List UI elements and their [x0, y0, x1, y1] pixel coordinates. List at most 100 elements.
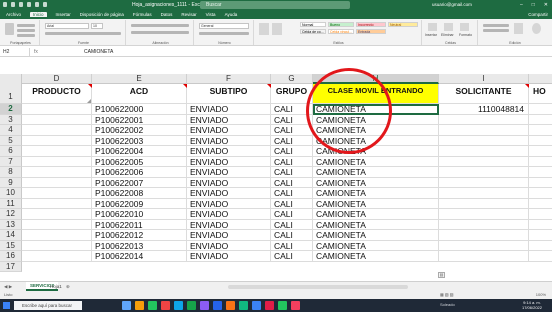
- column-header-d[interactable]: D: [22, 74, 92, 84]
- system-tray[interactable]: Soleado: [440, 302, 455, 307]
- row-number[interactable]: 9: [0, 177, 22, 188]
- row-number[interactable]: 4: [0, 125, 22, 136]
- paste-icon[interactable]: [5, 23, 14, 35]
- cell-solicitante[interactable]: [439, 251, 529, 262]
- cell-subtipo[interactable]: ENVIADO: [187, 146, 271, 157]
- cell-producto[interactable]: [22, 156, 92, 167]
- cell-subtipo[interactable]: ENVIADO: [187, 156, 271, 167]
- cell-producto[interactable]: [22, 135, 92, 146]
- cell-solicitante[interactable]: [439, 188, 529, 199]
- style-neutral[interactable]: Neutral: [388, 22, 418, 27]
- tab-insertar[interactable]: Insertar: [56, 12, 71, 17]
- view-buttons[interactable]: ▦ ▧ ▨: [440, 292, 454, 297]
- number-format-select[interactable]: General: [199, 23, 249, 29]
- conditional-format-icon[interactable]: [259, 23, 269, 35]
- close-icon[interactable]: ✕: [544, 2, 548, 8]
- task-view-icon[interactable]: [122, 301, 131, 310]
- cell-clase-movil[interactable]: CAMIONETA: [313, 251, 439, 262]
- row-number[interactable]: 2: [0, 104, 22, 115]
- cell-solicitante[interactable]: [439, 167, 529, 178]
- header-subtipo[interactable]: SUBTIPO: [187, 84, 271, 104]
- column-header-i[interactable]: I: [439, 74, 529, 84]
- fill-icon[interactable]: [483, 29, 509, 32]
- cell-subtipo[interactable]: ENVIADO: [187, 230, 271, 241]
- cell-solicitante[interactable]: [439, 146, 529, 157]
- cell-producto[interactable]: [22, 230, 92, 241]
- sort-filter-icon[interactable]: [514, 23, 523, 34]
- cell-grupo[interactable]: CALI: [271, 167, 313, 178]
- horizontal-scrollbar[interactable]: [228, 285, 408, 289]
- name-box[interactable]: H2: [2, 48, 30, 56]
- cell-clase-movil[interactable]: CAMIONETA: [313, 177, 439, 188]
- cell-solicitante[interactable]: [439, 156, 529, 167]
- app-rose-icon[interactable]: [291, 301, 300, 310]
- cell-solicitante[interactable]: [439, 230, 529, 241]
- cell-clase-movil[interactable]: CAMIONETA: [313, 135, 439, 146]
- cell-ho[interactable]: [529, 146, 552, 157]
- style-normal[interactable]: Normal: [300, 22, 326, 27]
- cell-grupo[interactable]: CALI: [271, 219, 313, 230]
- cell-clase-movil[interactable]: CAMIONETA: [313, 114, 439, 125]
- cell-clase-movil[interactable]: CAMIONETA: [313, 104, 439, 115]
- cell-ho[interactable]: [529, 220, 552, 230]
- maximize-icon[interactable]: □: [532, 2, 535, 8]
- cell-clase-movil[interactable]: CAMIONETA: [313, 219, 439, 230]
- app-purple-icon[interactable]: [200, 301, 209, 310]
- row-number[interactable]: 11: [0, 198, 22, 209]
- app-red-icon[interactable]: [161, 301, 170, 310]
- cell-grupo[interactable]: CALI: [271, 209, 313, 220]
- cell-ho[interactable]: [529, 199, 552, 209]
- tab-vista[interactable]: Vista: [206, 12, 216, 17]
- format-cells-label[interactable]: Formato: [459, 33, 472, 37]
- cell-solicitante[interactable]: [439, 177, 529, 188]
- cell-clase-movil[interactable]: CAMIONETA: [313, 188, 439, 199]
- cell-subtipo[interactable]: ENVIADO: [187, 198, 271, 209]
- app-pink-icon[interactable]: [265, 301, 274, 310]
- cell-acd[interactable]: P100622010: [92, 209, 187, 220]
- cell-grupo[interactable]: CALI: [271, 146, 313, 157]
- cell-producto[interactable]: [22, 188, 92, 199]
- row-number[interactable]: 1: [0, 84, 22, 104]
- insert-cells-icon[interactable]: [428, 23, 437, 31]
- tab-inicio[interactable]: Inicio: [30, 12, 47, 17]
- cell-producto[interactable]: [22, 240, 92, 251]
- style-celda-co[interactable]: Celda de co...: [300, 29, 326, 34]
- style-incorrecto[interactable]: Incorrecto: [356, 22, 386, 27]
- plus-icon[interactable]: ⊕: [66, 283, 70, 290]
- cell-producto[interactable]: [22, 219, 92, 230]
- cell-clase-movil[interactable]: CAMIONETA: [313, 156, 439, 167]
- cell-grupo[interactable]: CALI: [271, 177, 313, 188]
- column-header-f[interactable]: F: [187, 74, 271, 84]
- cell-solicitante[interactable]: [439, 209, 529, 220]
- cell-subtipo[interactable]: ENVIADO: [187, 240, 271, 251]
- column-header-g[interactable]: G: [271, 74, 313, 84]
- taskbar-search-input[interactable]: Escribe aquí para buscar: [14, 301, 82, 310]
- row-number[interactable]: 17: [0, 261, 22, 272]
- cell-ho[interactable]: [529, 104, 552, 115]
- tab-formulas[interactable]: Fórmulas: [133, 12, 152, 17]
- windows-start-icon[interactable]: [3, 302, 10, 309]
- cell-producto[interactable]: [22, 114, 92, 125]
- cell-ho[interactable]: [529, 157, 552, 167]
- cell-acd[interactable]: P100622007: [92, 177, 187, 188]
- cell-acd[interactable]: P100622001: [92, 114, 187, 125]
- cell-producto[interactable]: [22, 209, 92, 220]
- cell-grupo[interactable]: CALI: [271, 188, 313, 199]
- column-header-e[interactable]: E: [92, 74, 187, 84]
- tab-revisar[interactable]: Revisar: [181, 12, 196, 17]
- excel-icon[interactable]: [187, 301, 196, 310]
- sort-icon[interactable]: [35, 2, 39, 7]
- cell-producto[interactable]: [22, 177, 92, 188]
- cell-solicitante[interactable]: [439, 135, 529, 146]
- header-solicitante[interactable]: SOLICITANTE: [439, 84, 529, 104]
- cell-grupo[interactable]: CALI: [271, 135, 313, 146]
- cell-subtipo[interactable]: ENVIADO: [187, 125, 271, 136]
- cell-producto[interactable]: [22, 125, 92, 136]
- cell-clase-movil[interactable]: CAMIONETA: [313, 125, 439, 136]
- formula-input[interactable]: CAMIONETA: [84, 48, 113, 56]
- save-icon[interactable]: [3, 2, 7, 7]
- style-celda-vincul[interactable]: Celda vincul...: [328, 29, 354, 34]
- row-number[interactable]: 7: [0, 156, 22, 167]
- cell-acd[interactable]: P100622000: [92, 104, 187, 115]
- row-number[interactable]: 14: [0, 230, 22, 241]
